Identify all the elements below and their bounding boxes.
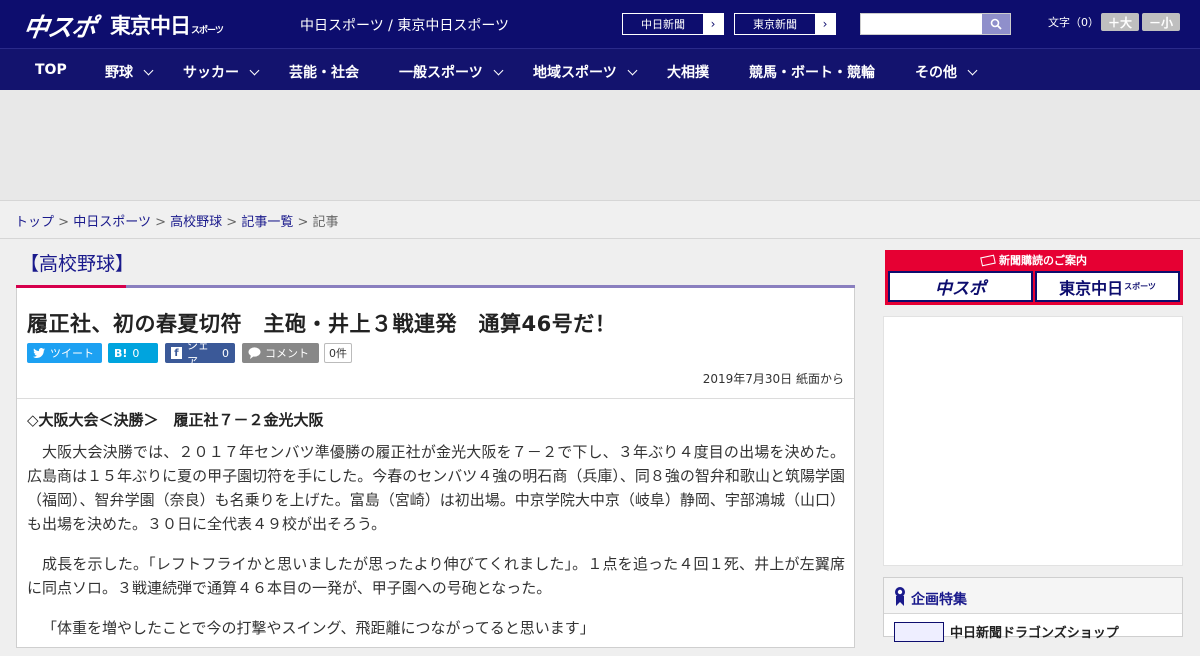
feature-thumbnail[interactable]	[894, 622, 944, 642]
nav-label: 一般スポーツ	[399, 65, 483, 81]
feature-box: 企画特集 中日新聞ドラゴンズショップ	[883, 577, 1183, 642]
article-paragraph: 「体重を増やしたことで今の打撃やスイング、飛距離につながってると思います」	[42, 619, 595, 637]
article-headline: 履正社、初の春夏切符 主砲・井上３戦連発 通算46号だ！	[27, 312, 617, 336]
facebook-share-button[interactable]: f シェア 0	[165, 339, 235, 368]
article-divider	[17, 398, 854, 399]
twitter-bird-icon	[33, 348, 45, 358]
chunichi-shimbun-button[interactable]: 中日新聞 ›	[622, 13, 724, 35]
nav-label: 芸能・社会	[289, 65, 359, 81]
breadcrumb-separator: >	[58, 215, 70, 230]
site-links[interactable]: 中日スポーツ / 東京中日スポーツ	[300, 15, 509, 35]
sidebar-ad	[883, 316, 1183, 566]
chevron-right-icon: ›	[703, 14, 723, 34]
tweet-button[interactable]: ツイート	[27, 343, 102, 363]
chevron-right-icon: ›	[815, 14, 835, 34]
nav-label: 競馬・ボート・競輪	[749, 65, 875, 81]
hatena-bookmark-icon: B!	[114, 346, 128, 360]
nav-item-other[interactable]: その他	[915, 62, 978, 82]
breadcrumb: トップ > 中日スポーツ > 高校野球 > 記事一覧 > 記事	[15, 211, 339, 230]
search-button[interactable]	[982, 14, 1010, 34]
comment-count: 0件	[324, 343, 352, 363]
nav-item-sumo[interactable]: 大相撲	[667, 62, 709, 82]
chunichi-shimbun-label: 中日新聞	[641, 18, 685, 31]
ad-banner-area	[0, 90, 1200, 201]
comment-button[interactable]: コメント	[242, 343, 319, 363]
chevron-down-icon	[143, 65, 154, 76]
subscribe-tokyo-chunichi-label: 東京中日	[1059, 278, 1124, 298]
speech-bubble-icon	[248, 347, 261, 359]
subscribe-tokyo-chunichi-sub: スポーツ	[1124, 282, 1156, 291]
site-header: 中スポ 東京中日スポーツ 中日スポーツ / 東京中日スポーツ 中日新聞 › 東京…	[0, 0, 1200, 48]
font-size-label: 文字（0）	[1048, 16, 1099, 29]
nav-label: 野球	[105, 65, 133, 81]
hatena-count: 0	[132, 346, 140, 360]
breadcrumb-current: 記事	[312, 215, 339, 230]
breadcrumb-separator: >	[297, 215, 309, 230]
nav-label: 大相撲	[667, 65, 709, 81]
chevron-down-icon	[249, 65, 260, 76]
nav-item-soccer[interactable]: サッカー	[183, 62, 260, 82]
chuspo-logo[interactable]: 中スポ	[21, 8, 98, 44]
tokyo-chunichi-logo[interactable]: 東京中日スポーツ	[110, 10, 224, 40]
hatena-bookmark-button[interactable]: B! 0	[108, 343, 158, 363]
nav-label: TOP	[35, 62, 67, 78]
search-box	[860, 13, 1011, 35]
subscription-banner[interactable]: 新聞購読のご案内 中スポ 東京中日 スポーツ	[885, 250, 1183, 305]
breadcrumb-link-chunichi-sports[interactable]: 中日スポーツ	[73, 215, 151, 230]
article-paragraph: 大阪大会決勝では、２０１７年センバツ準優勝の履正社が金光大阪を７－２で下し、３年…	[27, 443, 845, 533]
tokyo-chunichi-logo-sub: スポーツ	[191, 26, 224, 36]
tokyo-shimbun-label: 東京新聞	[753, 18, 797, 31]
subscribe-tokyo-chunichi-button[interactable]: 東京中日 スポーツ	[1035, 271, 1180, 302]
nav-label: サッカー	[183, 65, 239, 81]
font-smaller-button[interactable]: －小	[1142, 13, 1180, 31]
tokyo-chunichi-logo-text: 東京中日	[110, 14, 191, 38]
nav-item-general-sports[interactable]: 一般スポーツ	[399, 62, 504, 82]
main-nav: TOP 野球 サッカー 芸能・社会 一般スポーツ 地域スポーツ 大相撲 競馬・ボ…	[0, 48, 1200, 90]
article: 履正社、初の春夏切符 主砲・井上３戦連発 通算46号だ！ ツイート B! 0 f…	[16, 288, 855, 648]
nav-label: 地域スポーツ	[533, 65, 617, 81]
newspaper-icon	[980, 254, 996, 267]
facebook-label: シェア	[186, 339, 209, 368]
article-paragraph: 成長を示した。「レフトフライかと思いましたが思ったより伸びてくれました」。１点を…	[27, 555, 845, 597]
article-subhead: ◇大阪大会＜決勝＞ 履正社７－２金光大阪	[27, 411, 324, 429]
facebook-icon: f	[171, 347, 182, 359]
feature-title: 企画特集	[911, 592, 967, 608]
nav-item-entertainment[interactable]: 芸能・社会	[289, 62, 359, 82]
category-title: 【高校野球】	[20, 253, 135, 275]
chevron-down-icon	[493, 65, 504, 76]
nav-item-baseball[interactable]: 野球	[105, 62, 154, 82]
font-bigger-button[interactable]: ＋大	[1101, 13, 1139, 31]
subscribe-chuspo-button[interactable]: 中スポ	[888, 271, 1033, 302]
subscription-title-text: 新聞購読のご案内	[999, 254, 1087, 267]
breadcrumb-link-top[interactable]: トップ	[15, 215, 54, 230]
ribbon-icon	[895, 587, 905, 606]
tokyo-shimbun-button[interactable]: 東京新聞 ›	[734, 13, 836, 35]
breadcrumb-bar: トップ > 中日スポーツ > 高校野球 > 記事一覧 > 記事	[0, 201, 1200, 239]
nav-item-racing[interactable]: 競馬・ボート・競輪	[749, 62, 875, 82]
nav-label: その他	[915, 65, 957, 81]
search-input[interactable]	[861, 14, 982, 34]
article-body: ◇大阪大会＜決勝＞ 履正社７－２金光大阪 大阪大会決勝では、２０１７年センバツ準…	[27, 408, 845, 656]
nav-item-top[interactable]: TOP	[35, 62, 67, 78]
breadcrumb-separator: >	[155, 215, 166, 230]
article-date: 2019年7月30日 紙面から	[702, 372, 844, 386]
nav-item-local-sports[interactable]: 地域スポーツ	[533, 62, 638, 82]
breadcrumb-link-high-school-baseball[interactable]: 高校野球	[170, 215, 222, 230]
chevron-down-icon	[627, 65, 638, 76]
subscription-title: 新聞購読のご案内	[885, 252, 1183, 268]
facebook-count: 0	[222, 346, 229, 360]
breadcrumb-separator: >	[226, 215, 238, 230]
chevron-down-icon	[967, 65, 978, 76]
feature-item-link[interactable]: 中日新聞ドラゴンズショップ	[950, 622, 1119, 641]
breadcrumb-link-article-list[interactable]: 記事一覧	[241, 215, 293, 230]
tweet-label: ツイート	[50, 347, 94, 360]
comment-label: コメント	[265, 347, 309, 360]
search-icon	[990, 18, 1002, 30]
feature-header: 企画特集	[884, 578, 1182, 614]
